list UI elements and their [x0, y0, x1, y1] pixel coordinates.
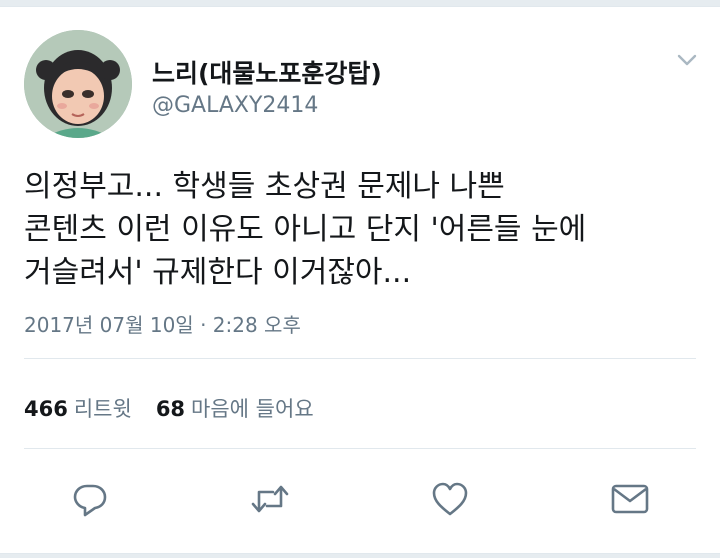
- tweet-text-line: 의정부고... 학생들 초상권 문제나 나쁜: [24, 169, 505, 204]
- divider: [24, 448, 696, 449]
- tweet-text-line: 거슬려서' 규제한다 이거잖아...: [24, 255, 412, 290]
- user-handle[interactable]: @GALAXY2414: [152, 93, 318, 118]
- tweet-card: 느리(대물노포훈강탑) @GALAXY2414 의정부고... 학생들 초상권 …: [0, 6, 720, 554]
- retweet-stat[interactable]: 466 리트윗: [24, 397, 132, 421]
- divider: [24, 358, 696, 359]
- like-button[interactable]: [430, 481, 470, 521]
- chevron-down-icon[interactable]: [674, 47, 700, 73]
- tweet-timestamp[interactable]: 2017년 07월 10일 · 2:28 오후: [24, 309, 301, 338]
- reply-button[interactable]: [70, 481, 110, 521]
- retweet-count: 466: [24, 397, 68, 421]
- display-name[interactable]: 느리(대물노포훈강탑): [152, 54, 382, 90]
- envelope-icon: [610, 482, 650, 520]
- avatar[interactable]: [24, 30, 132, 138]
- retweet-label: 리트윗: [73, 397, 132, 421]
- like-stat[interactable]: 68 마음에 들어요: [156, 397, 314, 421]
- retweet-button[interactable]: [250, 481, 290, 521]
- heart-icon: [431, 481, 469, 521]
- like-label: 마음에 들어요: [191, 397, 314, 421]
- tweet-text-line: 콘텐츠 이런 이유도 아니고 단지 '어른들 눈에: [24, 212, 587, 247]
- direct-message-button[interactable]: [610, 481, 650, 521]
- tweet-text: 의정부고... 학생들 초상권 문제나 나쁜 콘텐츠 이런 이유도 아니고 단지…: [24, 165, 704, 294]
- reply-icon: [71, 480, 109, 522]
- tweet-stats: 466 리트윗 68 마음에 들어요: [24, 393, 314, 423]
- retweet-icon: [250, 480, 290, 522]
- like-count: 68: [155, 397, 186, 421]
